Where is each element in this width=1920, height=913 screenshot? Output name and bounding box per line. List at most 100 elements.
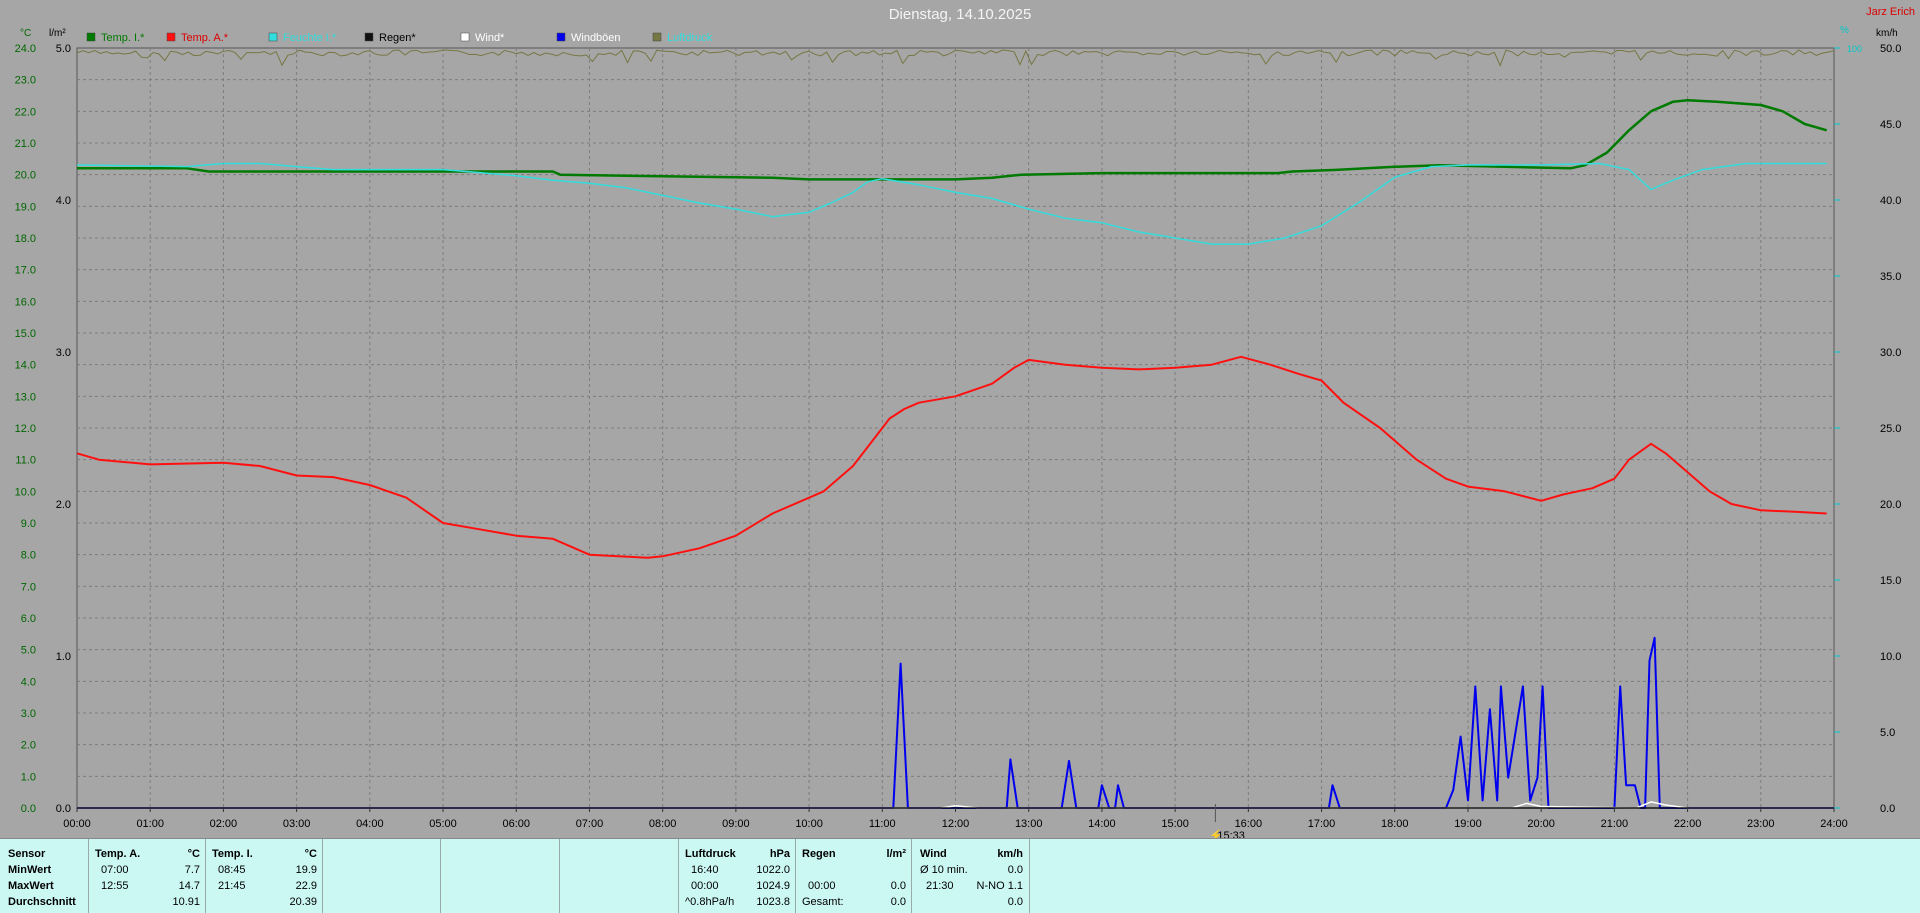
temp-tick-label: 10.0 <box>15 486 36 498</box>
wind-tick-label: 45.0 <box>1880 119 1901 131</box>
temp-tick-label: 18.0 <box>15 233 36 245</box>
row-label-max: MaxWert <box>8 880 54 892</box>
rain-unit: l/m² <box>886 848 906 860</box>
temp-a-max-value: 14.7 <box>178 880 200 892</box>
x-tick-label: 15:00 <box>1161 818 1189 830</box>
rain-tick-label: 3.0 <box>56 347 71 359</box>
legend-swatch <box>364 32 374 42</box>
wind-max-value: N-NO 1.1 <box>976 880 1023 892</box>
weather-chart: 0.0 1.0 2.0 3.0 4.0 5.0 6.0 7.0 8.0 9.0 10.0 11.0 12… <box>15 6 1915 838</box>
temp-i-avg-value: 20.39 <box>289 896 317 908</box>
x-tick-label: 24:00 <box>1820 818 1848 830</box>
sensor-header: Sensor <box>8 848 46 860</box>
legend-label: Luftdruck <box>667 32 713 44</box>
section-empty-3 <box>559 839 679 913</box>
x-tick-label: 06:00 <box>502 818 530 830</box>
rain-tick-label: 0.0 <box>56 803 71 815</box>
pressure-unit: hPa <box>769 848 790 860</box>
temp-tick-label: 15.0 <box>15 328 36 340</box>
stats-table: Sensor MinWert MaxWert Durchschnitt Temp… <box>0 838 1920 913</box>
wind-unit: km/h <box>997 848 1023 860</box>
temp-tick-label: 21.0 <box>15 138 36 150</box>
pressure-max-value: 1024.9 <box>756 880 790 892</box>
temp-i-header: Temp. I. <box>212 848 253 860</box>
pressure-line <box>76 49 1835 67</box>
temp-tick-label: 0.0 <box>21 803 36 815</box>
x-tick-label: 02:00 <box>210 818 238 830</box>
time-marker-label: 15:33 <box>1217 830 1245 838</box>
temp-tick-label: 19.0 <box>15 201 36 213</box>
rain-tick-label: 1.0 <box>56 651 71 663</box>
pressure-trend: ^0.8hPa/h <box>685 896 735 908</box>
wind-header: Wind <box>920 848 947 860</box>
rain-max-time: 00:00 <box>808 880 836 892</box>
x-tick-label: 11:00 <box>869 818 896 830</box>
x-tick-label: 22:00 <box>1674 818 1702 830</box>
pressure-min-time: 16:40 <box>691 864 719 876</box>
temp-tick-label: 20.0 <box>15 170 36 182</box>
hum-top-label: 100 <box>1847 44 1862 54</box>
x-tick-label: 18:00 <box>1381 818 1409 830</box>
pressure-header: Luftdruck <box>685 848 736 860</box>
temp-unit-label: °C <box>20 28 31 39</box>
pressure-avg-value: 1023.8 <box>756 896 790 908</box>
wind-tick-label: 15.0 <box>1880 575 1901 587</box>
section-rain: Regen l/m² 00:00 0.0 Gesamt: 0.0 <box>795 839 912 913</box>
x-tick-label: 04:00 <box>356 818 384 830</box>
temp-tick-label: 12.0 <box>15 423 36 435</box>
temp-tick-label: 4.0 <box>21 676 36 688</box>
legend-swatch <box>86 32 96 42</box>
temp-a-header: Temp. A. <box>95 848 141 860</box>
x-tick-label: 17:00 <box>1308 818 1336 830</box>
x-tick-label: 00:00 <box>63 818 91 830</box>
legend-swatch <box>166 32 176 42</box>
legend-swatch <box>652 32 662 42</box>
x-tick-label: 12:00 <box>942 818 970 830</box>
section-wind: Wind km/h Ø 10 min. 0.0 21:30 N-NO 1.1 0… <box>911 839 1030 913</box>
wind-tick-label: 30.0 <box>1880 347 1901 359</box>
wind-tick-label: 25.0 <box>1880 423 1901 435</box>
wind-tick-label: 10.0 <box>1880 651 1901 663</box>
temp-i-max-time: 21:45 <box>218 880 246 892</box>
x-tick-label: 16:00 <box>1235 818 1263 830</box>
wind-tick-label: 35.0 <box>1880 271 1901 283</box>
rain-max-value: 0.0 <box>890 880 906 892</box>
x-tick-label: 05:00 <box>429 818 457 830</box>
wind-tick-label: 40.0 <box>1880 195 1901 207</box>
temp-tick-label: 7.0 <box>21 581 36 593</box>
temp-tick-label: 24.0 <box>15 43 36 55</box>
rain-tick-label: 4.0 <box>56 195 71 207</box>
wind-tick-label: 5.0 <box>1880 727 1895 739</box>
row-label-avg: Durchschnitt <box>8 896 76 908</box>
x-tick-label: 21:00 <box>1601 818 1629 830</box>
temp-a-max-time: 12:55 <box>101 880 129 892</box>
series-temp-i <box>77 99 1828 181</box>
section-pressure: Luftdruck hPa 16:40 1022.0 00:00 1024.9 … <box>678 839 796 913</box>
temp-i-min-time: 08:45 <box>218 864 246 876</box>
hum-unit-label: % <box>1840 25 1849 36</box>
series-feuchte-i <box>76 162 1827 245</box>
wind-tick-label: 50.0 <box>1880 43 1901 55</box>
wind-avg-label: Ø 10 min. <box>920 864 968 876</box>
temp-tick-label: 22.0 <box>15 106 36 118</box>
temp-i-max-value: 22.9 <box>295 880 317 892</box>
x-tick-label: 23:00 <box>1747 818 1775 830</box>
temp-tick-label: 8.0 <box>21 550 36 562</box>
temp-tick-label: 6.0 <box>21 613 36 625</box>
rain-tick-label: 5.0 <box>56 43 71 55</box>
pressure-band <box>76 49 1835 67</box>
temp-tick-label: 13.0 <box>15 391 36 403</box>
temp-tick-label: 2.0 <box>21 740 36 752</box>
x-tick-label: 09:00 <box>722 818 750 830</box>
legend-swatch <box>556 32 566 42</box>
legend-label: Feuchte I.* <box>283 32 337 44</box>
rain-total-value: 0.0 <box>890 896 906 908</box>
temp-tick-label: 3.0 <box>21 708 36 720</box>
wind-max-time: 21:30 <box>926 880 954 892</box>
station-name: Jarz Erich <box>1866 6 1915 18</box>
wind-daily-avg: 0.0 <box>1007 896 1023 908</box>
chart-title: Dienstag, 14.10.2025 <box>889 6 1032 23</box>
legend-swatch <box>268 32 278 42</box>
pressure-max-time: 00:00 <box>691 880 719 892</box>
x-tick-label: 03:00 <box>283 818 311 830</box>
